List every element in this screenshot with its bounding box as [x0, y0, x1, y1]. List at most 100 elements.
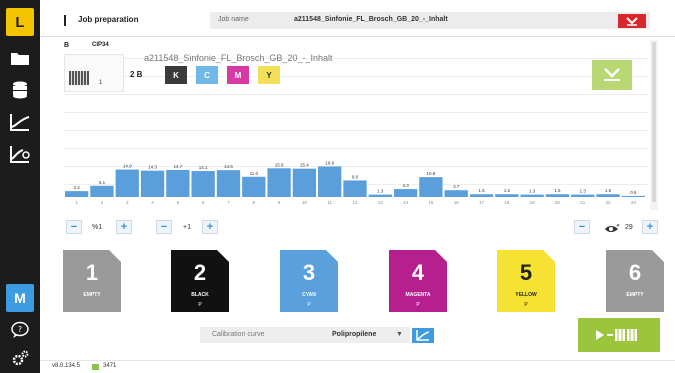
help-icon[interactable]: ? [6, 316, 34, 344]
coverage-bar [469, 194, 494, 197]
chevron-down-icon: ▼ [396, 331, 403, 338]
bar-category-label: 23 [631, 200, 637, 205]
coverage-bar [115, 169, 139, 197]
ink-swatch-m[interactable]: M [227, 66, 249, 84]
preview-scroll-thumb[interactable] [652, 42, 656, 202]
coverage-bar [318, 166, 342, 197]
bar-value-label: 1.5 [504, 188, 511, 193]
bar-value-label: 15.6 [275, 162, 284, 167]
svg-text:?: ? [18, 325, 22, 334]
sidebar: L M ? [0, 0, 40, 373]
bar-value-label: 1.5 [554, 188, 561, 193]
coverage-bar [166, 169, 190, 197]
coverage-bar [90, 185, 114, 197]
database-icon[interactable] [6, 76, 34, 104]
channel-card-4[interactable]: 4 MAGENTA P [389, 250, 447, 312]
bar-category-label: 17 [479, 200, 485, 205]
channel-label: MAGENTA [405, 292, 431, 298]
mid-increase-button[interactable]: + [202, 220, 218, 234]
bar-category-label: 22 [606, 200, 612, 205]
close-button[interactable] [618, 14, 646, 28]
bar-category-label: 15 [428, 200, 434, 205]
grid-line [64, 148, 648, 149]
coverage-bar [368, 194, 392, 197]
calibration-curve-select[interactable]: Calibration curve Polipropilene ▼ [200, 327, 410, 343]
bar-value-label: 14.9 [123, 164, 132, 169]
channel-label: CYAN [302, 292, 316, 298]
coverage-bar [495, 194, 519, 197]
curve-edit-icon[interactable] [6, 140, 34, 168]
right-decrease-button[interactable]: − [574, 220, 590, 234]
channel-number: 3 [302, 260, 316, 285]
ink-swatch-k[interactable]: K [165, 66, 187, 84]
calibration-value: Polipropilene [332, 331, 377, 338]
counter-value: 3471 [103, 363, 117, 369]
channel-number: 2 [193, 260, 207, 285]
mid-step-value: +1 [183, 224, 191, 231]
coverage-bar [571, 194, 595, 197]
right-increase-button[interactable]: + [642, 220, 658, 234]
bar-category-label: 16 [454, 200, 460, 205]
channel-number: 4 [411, 260, 425, 285]
cip-tag: CIP34 [92, 42, 109, 48]
bar-category-label: 13 [378, 200, 384, 205]
page-thumbnail[interactable]: 1 [64, 54, 124, 92]
channel-sub: P [307, 302, 311, 308]
coverage-bar [621, 195, 645, 197]
ink-swatch-c[interactable]: C [196, 66, 218, 84]
coverage-bar [216, 170, 241, 197]
bar-category-label: 5 [177, 200, 180, 205]
channel-sub: P [416, 302, 420, 308]
page-title: Job preparation [78, 15, 139, 24]
thumbnail-image [69, 71, 89, 85]
bar-category-label: 20 [555, 200, 561, 205]
bar-value-label: 16.6 [325, 160, 334, 165]
start-print-button[interactable] [578, 318, 660, 352]
channel-card-3[interactable]: 3 CYAN P [280, 250, 338, 312]
channel-label: EMPTY [626, 292, 644, 298]
bar-category-label: 3 [126, 200, 129, 205]
channel-card-2[interactable]: 2 BLACK P [171, 250, 229, 312]
ink-swatch-y[interactable]: Y [258, 66, 280, 84]
channel-label: YELLOW [515, 292, 537, 298]
bar-value-label: 3.7 [453, 184, 460, 189]
job-name-label: Job name [218, 16, 249, 23]
coverage-bar [267, 168, 291, 197]
channel-card-5[interactable]: 5 YELLOW P [497, 250, 555, 312]
channel-label: BLACK [191, 292, 209, 298]
mode-button[interactable]: M [6, 284, 34, 312]
bar-category-label: 4 [151, 200, 154, 205]
folder-icon[interactable] [6, 44, 34, 72]
bar-value-label: 4.3 [402, 183, 409, 188]
coverage-bar [419, 177, 443, 197]
channel-card-1[interactable]: 1 EMPTY [63, 250, 121, 312]
left-decrease-button[interactable]: − [66, 220, 82, 234]
coverage-chart: 3.2 1 6.1 2 14.9 3 14.3 4 14.7 5 14.1 6 14.6 7 11.0 8 15… [65, 160, 645, 205]
bar-category-label: 12 [352, 200, 358, 205]
bar-value-label: 6.1 [99, 180, 106, 185]
grid-line [64, 130, 648, 131]
coverage-bar [596, 194, 620, 197]
bar-category-label: 21 [580, 200, 586, 205]
mid-decrease-button[interactable]: − [156, 220, 172, 234]
job-name-value: a211548_Sinfonie_FL_Brosch_GB_20_-_Inhal… [294, 16, 448, 23]
channel-card-6[interactable]: 6 EMPTY [606, 250, 664, 312]
right-step-value: 29 [625, 224, 633, 231]
bar-category-label: 9 [278, 200, 281, 205]
download-button[interactable] [592, 60, 632, 90]
left-step-value: %1 [92, 224, 103, 231]
bar-value-label: 14.3 [148, 165, 157, 170]
bar-value-label: 0.6 [630, 190, 637, 195]
left-increase-button[interactable]: + [116, 220, 132, 234]
download-icon [604, 68, 620, 81]
coverage-bar [545, 194, 570, 197]
bar-category-label: 10 [302, 200, 308, 205]
bar-value-label: 3.2 [74, 185, 81, 190]
version-label: v8.0.134.5 [52, 363, 81, 369]
layout-button[interactable]: L [6, 8, 34, 36]
curve-icon[interactable] [6, 108, 34, 136]
calibration-curve-button[interactable] [412, 328, 434, 343]
settings-icon[interactable] [6, 344, 34, 372]
job-name-field[interactable]: Job name a211548_Sinfonie_FL_Brosch_GB_2… [210, 12, 650, 29]
bar-category-label: 1 [75, 200, 78, 205]
